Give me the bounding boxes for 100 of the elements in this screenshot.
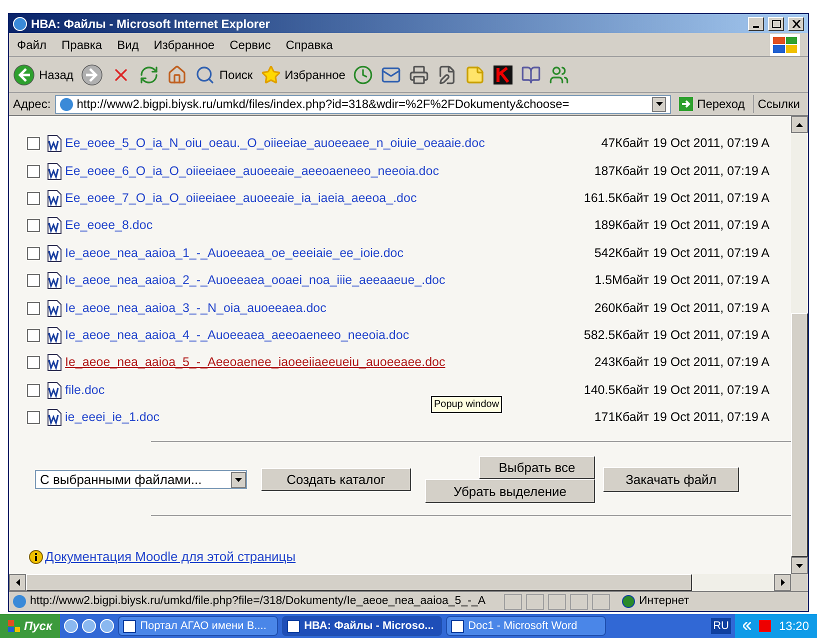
menu-item[interactable]: Правка [62, 36, 102, 54]
word-document-icon [46, 162, 62, 180]
arrow-icon [796, 564, 803, 568]
taskbar-button[interactable]: Doc1 - Microsoft Word [446, 616, 606, 636]
menu-item[interactable]: Файл [17, 36, 47, 54]
file-link[interactable]: Ee_eoee_5_O_ia_N_oiu_oeau._O_oiieeiae_auoeeaee_n_oiuie_oeaaie.doc [65, 134, 485, 154]
file-date: 19 Oct 2011, 07:19 A [653, 135, 771, 152]
file-checkbox[interactable] [27, 328, 40, 342]
window-icon [287, 620, 300, 632]
toolbar-button[interactable]: Избранное [260, 64, 346, 84]
go-button[interactable]: Переход [675, 95, 749, 113]
help-link[interactable]: Документация Moodle для этой страницы [45, 547, 296, 567]
word-document-icon [46, 326, 62, 344]
menu-item[interactable]: Избранное [154, 36, 215, 54]
file-checkbox[interactable] [27, 164, 40, 178]
menu-item[interactable]: Справка [286, 36, 333, 54]
home-icon [167, 64, 188, 84]
file-size: 582.5Кбайт [584, 327, 649, 344]
file-size: 187Кбайт [594, 162, 649, 180]
status-pane [570, 594, 588, 610]
file-checkbox[interactable] [27, 192, 40, 205]
select-all-button[interactable]: Выбрать все [479, 456, 595, 480]
maximize-button[interactable] [768, 16, 784, 30]
tray-chevron-icon[interactable] [742, 622, 751, 630]
file-date: 19 Oct 2011, 07:19 A [653, 382, 771, 399]
scroll-thumb[interactable] [26, 574, 692, 591]
window-icon [451, 620, 464, 632]
toolbar-button[interactable]: Поиск [195, 64, 253, 84]
dropdown-button[interactable] [652, 96, 666, 112]
minimize-icon [753, 26, 759, 28]
dropdown-button[interactable] [231, 472, 246, 488]
file-link[interactable]: Ie_aeoe_nea_aaioa_4_-_Auoeeaea_aeeoaeneeo_neeoia.doc [65, 326, 410, 345]
note-icon [465, 64, 486, 84]
file-link[interactable]: Ee_eoee_8.doc [65, 216, 153, 236]
file-link[interactable]: Ee_eoee_7_O_ia_O_oiieeiaee_auoeeaie_ia_iaeia_aeeoa_.doc [65, 189, 417, 208]
file-checkbox[interactable] [27, 274, 40, 288]
printer-icon [409, 64, 430, 84]
file-size: 161.5Кбайт [584, 190, 649, 208]
menu-item[interactable]: Сервис [230, 36, 271, 54]
mail-icon [381, 64, 402, 84]
tooltip: Popup window [431, 396, 502, 413]
links-button[interactable]: Ссылки [752, 95, 804, 113]
create-folder-button[interactable]: Создать каталог [261, 468, 411, 492]
start-button[interactable]: Пуск [0, 614, 60, 638]
file-date: 19 Oct 2011, 07:19 A [653, 354, 771, 372]
quick-launch-icon[interactable] [64, 619, 78, 633]
close-button[interactable] [788, 16, 804, 30]
word-document-icon [46, 190, 62, 207]
file-link[interactable]: Ie_aeoe_nea_aaioa_5_-_Aeeoaenee_iaoeeiiaeeueiu_auoeeaee.doc [65, 353, 446, 372]
vertical-scrollbar[interactable] [791, 116, 808, 574]
file-size: 47Кбайт [601, 135, 649, 152]
scroll-up-button[interactable] [791, 116, 808, 133]
file-link[interactable]: Ee_eoee_6_O_ia_O_oiieeiaee_auoeeaie_aeeoaeneeo_neeoia.doc [65, 162, 439, 180]
file-checkbox[interactable] [27, 137, 40, 150]
file-checkbox[interactable] [27, 411, 40, 424]
file-link[interactable]: Ie_aeoe_nea_aaioa_3_-_N_oia_auoeeaea.doc [65, 298, 326, 318]
menu-item[interactable]: Вид [117, 36, 139, 54]
close-icon [792, 20, 800, 28]
scroll-down-button[interactable] [791, 557, 808, 574]
file-link[interactable]: file.doc [65, 380, 105, 400]
status-pane [526, 594, 544, 610]
file-date: 19 Oct 2011, 07:19 A [653, 409, 771, 426]
status-url: http://www2.bigpi.biysk.ru/umkd/file.php?file=/318/Dokumenty/Ie_aeoe_nea_aaioa_5_-_A [30, 594, 486, 609]
file-checkbox[interactable] [27, 219, 40, 232]
file-checkbox[interactable] [27, 302, 40, 315]
bulk-action-select[interactable]: С выбранными файлами... [35, 470, 247, 490]
file-checkbox[interactable] [27, 356, 40, 370]
windows-logo-icon [770, 34, 800, 56]
upload-button[interactable]: Закачать файл [603, 467, 739, 492]
minimize-button[interactable] [748, 16, 764, 30]
taskbar-button[interactable]: Портал АГАО имени В.... [118, 616, 278, 636]
scroll-right-button[interactable] [774, 574, 791, 591]
file-date: 19 Oct 2011, 07:19 A [653, 217, 771, 234]
language-indicator[interactable]: RU [711, 618, 731, 634]
taskbar-button[interactable]: НВА: Файлы - Microso... [282, 616, 442, 636]
file-link[interactable]: Ie_aeoe_nea_aaioa_1_-_Auoeeaea_oe_eeeiaie_ee_ioie.doc [65, 244, 404, 263]
file-size: 542Кбайт [594, 244, 649, 262]
search-icon [195, 64, 216, 84]
address-field[interactable]: http://www2.bigpi.biysk.ru/umkd/files/index.php?id=318&wdir=%2F%2FDokumenty&choose= [54, 94, 672, 114]
word-document-icon [46, 354, 62, 372]
file-checkbox[interactable] [27, 384, 40, 397]
file-link[interactable]: Ie_aeoe_nea_aaioa_2_-_Auoeeaea_ooaei_noa_iiie_aeeaaeue_.doc [65, 271, 446, 290]
file-link[interactable]: ie_eeei_ie_1.doc [65, 408, 160, 427]
status-pane [548, 594, 566, 610]
caret-icon [235, 478, 242, 482]
toolbar-button[interactable]: Назад [13, 64, 74, 86]
horizontal-scrollbar[interactable] [9, 574, 808, 591]
scroll-thumb[interactable] [791, 313, 808, 557]
file-date: 19 Oct 2011, 07:19 A [653, 327, 771, 344]
deselect-button[interactable]: Убрать выделение [425, 479, 595, 504]
window-title: НВА: Файлы - Microsoft Internet Explorer [31, 16, 271, 32]
star-icon [260, 64, 281, 84]
file-checkbox[interactable] [27, 246, 40, 260]
quick-launch-icon[interactable] [82, 619, 96, 633]
scroll-left-button[interactable] [9, 574, 26, 591]
toolbar-button[interactable] [81, 64, 104, 86]
toolbar-button[interactable] [493, 64, 514, 84]
file-date: 19 Oct 2011, 07:19 A [653, 300, 771, 317]
file-size: 171Кбайт [594, 409, 649, 426]
quick-launch-icon[interactable] [100, 619, 114, 633]
